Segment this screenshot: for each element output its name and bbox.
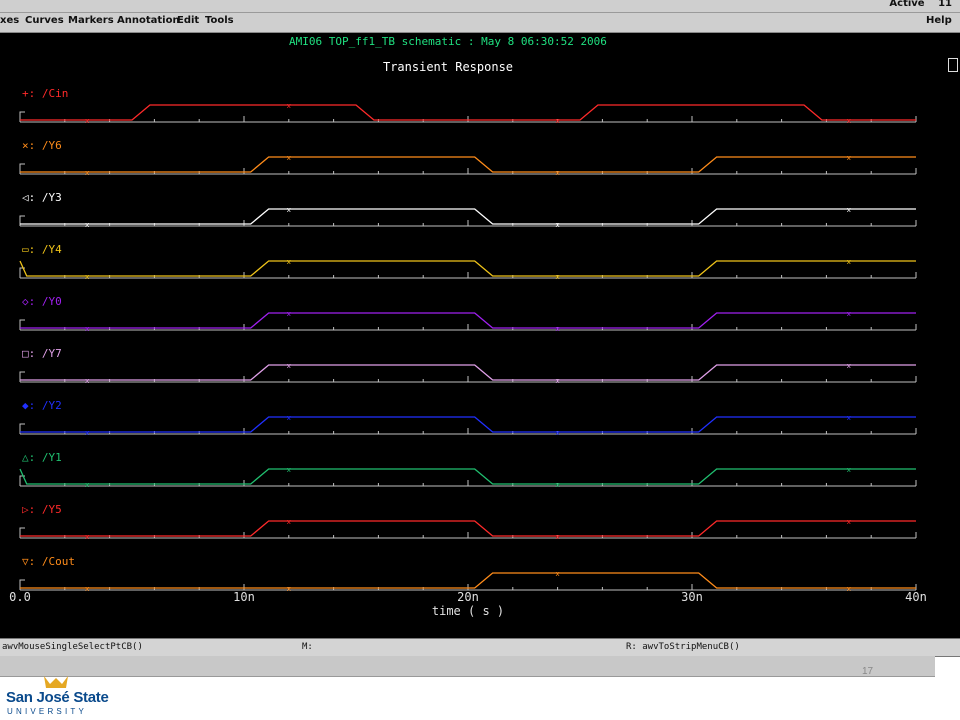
waveform-marker: x bbox=[847, 117, 851, 125]
waveform-marker: x bbox=[556, 377, 560, 385]
status-area: Active 11 bbox=[879, 0, 952, 9]
waveform-marker: x bbox=[287, 414, 291, 422]
status-number: 11 bbox=[938, 0, 952, 9]
x-tick-label: 10n bbox=[233, 590, 255, 604]
strip-label: +: /Cin bbox=[22, 87, 68, 100]
waveform-marker: x bbox=[847, 206, 851, 214]
strip-y0: ◇: /Y0 x x x x bbox=[19, 295, 917, 333]
top-status-bar: Active 11 bbox=[0, 0, 960, 13]
waveform-marker: x bbox=[556, 221, 560, 229]
x-tick-label: 0.0 bbox=[9, 590, 31, 604]
strip-label: ▷: /Y5 bbox=[22, 503, 62, 516]
command-bar: awvMouseSingleSelectPtCB() M: R: awvToSt… bbox=[0, 638, 960, 657]
waveform-marker: x bbox=[556, 429, 560, 437]
waveform-marker: x bbox=[847, 518, 851, 526]
strip-label: ▽: /Cout bbox=[22, 555, 75, 568]
waveform-marker: x bbox=[556, 533, 560, 541]
menu-tools[interactable]: Tools bbox=[205, 15, 234, 26]
page-number: 17 bbox=[862, 666, 874, 677]
waveform-marker: x bbox=[556, 273, 560, 281]
menu-markers[interactable]: Markers bbox=[68, 15, 114, 26]
menu-axes[interactable]: xes bbox=[0, 15, 19, 26]
waveform-marker: x bbox=[287, 585, 291, 593]
strip-y7: □: /Y7 x x x x bbox=[19, 347, 917, 385]
waveform-marker: x bbox=[556, 481, 560, 489]
waveform-marker: x bbox=[85, 585, 89, 593]
waveform-marker: x bbox=[287, 518, 291, 526]
x-tick-label: 30n bbox=[681, 590, 703, 604]
menu-help[interactable]: Help bbox=[926, 15, 952, 26]
strip-toggle-icon[interactable] bbox=[948, 58, 958, 72]
bottom-status-panel bbox=[0, 656, 935, 677]
mouse-right-cmd: R: awvToStripMenuCB() bbox=[626, 642, 740, 652]
waveform-marker: x bbox=[847, 362, 851, 370]
strip-y2: ◆: /Y2 x x x x bbox=[19, 399, 917, 437]
waveform-marker: x bbox=[556, 325, 560, 333]
waveform-marker: x bbox=[287, 362, 291, 370]
menu-annotation[interactable]: Annotation bbox=[117, 15, 180, 26]
waveform-marker: x bbox=[556, 117, 560, 125]
strip-cout: ▽: /Cout x x x x bbox=[19, 555, 917, 593]
strip-label: ◇: /Y0 bbox=[22, 295, 62, 308]
strip-y5: ▷: /Y5 x x x x bbox=[19, 503, 917, 541]
plot-title: Transient Response bbox=[383, 60, 513, 74]
waveform-marker: x bbox=[85, 169, 89, 177]
strip-label: ×: /Y6 bbox=[22, 139, 62, 152]
plot-header: AMI06 TOP_ff1_TB schematic : May 8 06:30… bbox=[289, 35, 607, 48]
waveform-marker: x bbox=[85, 221, 89, 229]
x-axis-ticks: 0.0 10n 20n 30n 40n bbox=[9, 590, 927, 604]
university-logo: San José State UNIVERSITY bbox=[6, 676, 109, 718]
waveform-marker: x bbox=[287, 206, 291, 214]
waveform-marker: x bbox=[85, 429, 89, 437]
mouse-mid-cmd: M: bbox=[302, 642, 313, 652]
strip-label: ◁: /Y3 bbox=[22, 191, 62, 204]
mouse-left-cmd: awvMouseSingleSelectPtCB() bbox=[2, 642, 143, 652]
waveform-marker: x bbox=[287, 310, 291, 318]
waveform-window[interactable]: AMI06 TOP_ff1_TB schematic : May 8 06:30… bbox=[0, 33, 960, 638]
waveform-marker: x bbox=[847, 258, 851, 266]
x-tick-label: 40n bbox=[905, 590, 927, 604]
waveform-marker: x bbox=[85, 117, 89, 125]
waveform-marker: x bbox=[847, 310, 851, 318]
strip-label: □: /Y7 bbox=[22, 347, 62, 360]
waveform-marker: x bbox=[556, 169, 560, 177]
logo-mark-icon bbox=[44, 676, 68, 688]
strip-y4: ▭: /Y4 x x x x bbox=[19, 243, 917, 281]
menu-curves[interactable]: Curves bbox=[25, 15, 64, 26]
waveform-marker: x bbox=[847, 585, 851, 593]
waveform-marker: x bbox=[287, 154, 291, 162]
x-tick-label: 20n bbox=[457, 590, 479, 604]
waveform-marker: x bbox=[85, 481, 89, 489]
waveform-marker: x bbox=[85, 377, 89, 385]
strip-y6: ×: /Y6 x x x x bbox=[19, 139, 917, 177]
strip-label: ◆: /Y2 bbox=[22, 399, 62, 412]
strip-cin: +: /Cin x x x x bbox=[19, 87, 917, 125]
strip-label: △: /Y1 bbox=[22, 451, 62, 464]
logo-subtitle: UNIVERSITY bbox=[7, 707, 88, 716]
waveform-marker: x bbox=[287, 466, 291, 474]
status-state: Active bbox=[889, 0, 925, 9]
strip-y3: ◁: /Y3 x x x x bbox=[19, 191, 917, 229]
waveform-marker: x bbox=[287, 258, 291, 266]
waveform-marker: x bbox=[847, 154, 851, 162]
waveform-plot[interactable]: AMI06 TOP_ff1_TB schematic : May 8 06:30… bbox=[0, 33, 960, 638]
waveform-marker: x bbox=[847, 414, 851, 422]
menu-edit[interactable]: Edit bbox=[177, 15, 199, 26]
waveform-marker: x bbox=[847, 466, 851, 474]
waveform-marker: x bbox=[85, 325, 89, 333]
strip-label: ▭: /Y4 bbox=[22, 243, 62, 256]
waveform-marker: x bbox=[556, 570, 560, 578]
strip-y1: △: /Y1 x x x x bbox=[19, 451, 917, 489]
waveform-marker: x bbox=[287, 102, 291, 110]
x-axis-label: time ( s ) bbox=[432, 604, 504, 618]
waveform-marker: x bbox=[85, 533, 89, 541]
waveform-strips: +: /Cin x x x x ×: /Y6 x x x x ◁: /Y3 x x x x ▭: /Y4 x x x… bbox=[19, 87, 917, 593]
waveform-marker: x bbox=[85, 273, 89, 281]
logo-name: San José State bbox=[6, 689, 109, 706]
menu-bar: xes Curves Markers Annotation Edit Tools… bbox=[0, 13, 960, 33]
